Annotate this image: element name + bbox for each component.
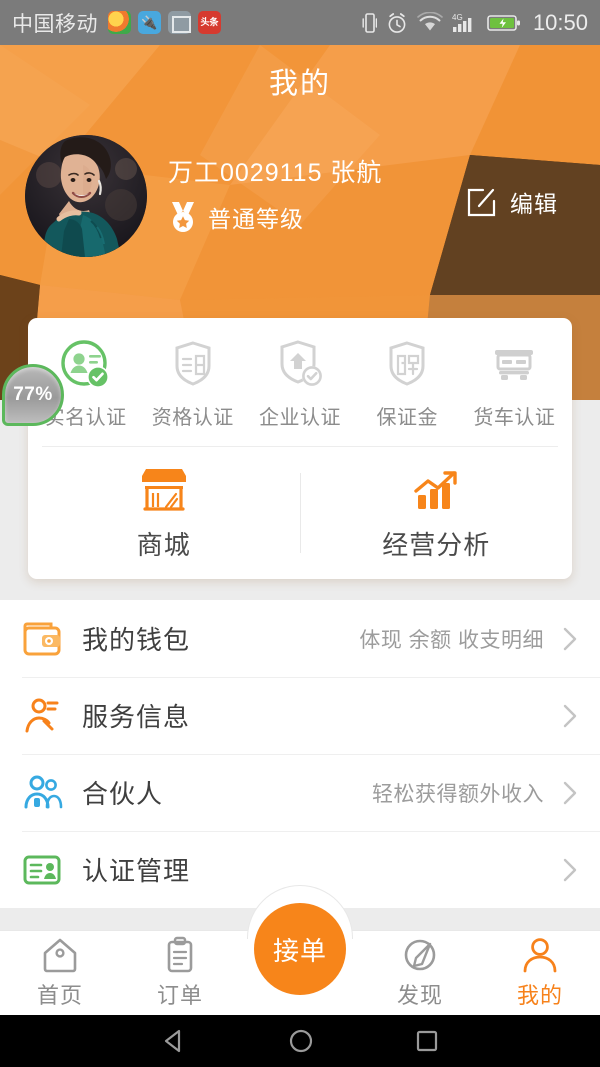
menu-list: 我的钱包 体现 余额 收支明细 服务信息 合伙人 轻松获得额外收入 认证管理 (0, 600, 600, 908)
status-system-icons: 4G 10:50 (362, 10, 588, 36)
chart-up-icon (414, 470, 457, 509)
tab-label: 我的 (516, 983, 563, 1008)
usb-icon (138, 11, 161, 34)
edit-button[interactable]: 编辑 (466, 185, 558, 219)
wifi-icon (417, 11, 443, 30)
menu-row-label: 合伙人 (82, 779, 164, 809)
id-card-icon (22, 851, 74, 889)
android-navigation-bar (0, 1015, 600, 1067)
news-icon: 头条 (198, 11, 221, 34)
order-clipboard-icon (167, 936, 193, 973)
fab-label: 接单 (272, 935, 327, 966)
avatar[interactable] (25, 135, 147, 257)
accept-order-fab[interactable]: 接单 (254, 903, 346, 995)
certification-row: 实名认证 资格认证 企业认证 保证金 货车认证 (28, 318, 572, 446)
cert-label: 货车认证 (473, 407, 556, 429)
page-title: 我的 (268, 68, 331, 100)
chevron-right-icon (563, 627, 577, 650)
completion-badge: 77% (2, 364, 64, 426)
battery-charging-icon (487, 14, 520, 31)
tab-home[interactable]: 首页 (0, 931, 120, 1015)
back-icon[interactable] (159, 1028, 189, 1054)
tab-label: 首页 (36, 983, 83, 1008)
chevron-right-icon (563, 858, 577, 881)
shortcut-label: 商城 (136, 529, 191, 560)
qualification-shield-icon (175, 341, 211, 386)
user-level: 普通等级 (168, 200, 304, 234)
cert-item-enterprise[interactable]: 企业认证 (246, 338, 353, 430)
shortcut-shop[interactable]: 商城 (28, 447, 300, 579)
cert-item-deposit[interactable]: 保证金 (354, 338, 461, 430)
shortcut-analysis[interactable]: 经营分析 (301, 447, 573, 579)
svg-text:4G: 4G (452, 13, 463, 22)
discover-compass-icon (404, 939, 436, 971)
menu-row-sub: 轻松获得额外收入 (372, 782, 544, 806)
app-screen: 中国移动 头条 4G (0, 0, 600, 1067)
home-icon (43, 938, 77, 973)
menu-row-partner[interactable]: 合伙人 轻松获得额外收入 (0, 754, 600, 831)
user-icon (523, 938, 557, 973)
clock-label: 10:50 (532, 9, 588, 35)
tab-mine[interactable]: 我的 (480, 931, 600, 1015)
service-worker-icon (22, 697, 74, 735)
user-name: 万工0029115 张航 (168, 159, 383, 187)
truck-icon (495, 350, 534, 380)
enterprise-shield-icon (280, 340, 322, 386)
image-icon (168, 11, 191, 34)
wallet-icon (22, 620, 74, 658)
edit-icon (467, 188, 496, 217)
shortcut-row: 商城 经营分析 (28, 447, 572, 579)
cert-item-qualification[interactable]: 资格认证 (139, 338, 246, 430)
shop-icon (141, 468, 186, 511)
medal-icon (172, 202, 194, 232)
tab-orders[interactable]: 订单 (120, 931, 240, 1015)
deposit-shield-icon (389, 341, 425, 386)
recents-icon[interactable] (413, 1027, 441, 1055)
signal-4g-icon: 4G (452, 13, 472, 32)
home-icon[interactable] (286, 1026, 316, 1056)
tab-discover[interactable]: 发现 (360, 931, 480, 1015)
menu-row-service[interactable]: 服务信息 (0, 677, 600, 754)
completion-percent: 77% (13, 384, 53, 405)
partners-icon (22, 774, 74, 812)
carrier-label: 中国移动 (12, 12, 98, 36)
chevron-right-icon (563, 704, 577, 727)
colorful-ball-icon (108, 11, 131, 34)
realname-verified-icon (60, 340, 109, 388)
cert-label: 企业认证 (259, 407, 341, 429)
menu-row-label: 服务信息 (82, 702, 191, 732)
alarm-icon (388, 12, 406, 33)
menu-row-label: 认证管理 (82, 856, 191, 886)
tab-label: 订单 (156, 983, 203, 1008)
status-bar: 中国移动 头条 4G (0, 0, 600, 45)
cert-item-truck[interactable]: 货车认证 (461, 338, 568, 430)
menu-row-sub: 体现 余额 收支明细 (359, 628, 544, 652)
user-level-label: 普通等级 (208, 206, 304, 232)
shortcut-label: 经营分析 (382, 529, 491, 560)
avatar-photo (25, 135, 147, 257)
cert-label: 资格认证 (151, 407, 234, 429)
certification-card: 77% 实名认证 资格认证 企业认证 保证金 货车认证 商城 经营分析 (2, 318, 572, 579)
chevron-right-icon (563, 781, 577, 804)
vibrate-icon (362, 12, 377, 33)
menu-row-wallet[interactable]: 我的钱包 体现 余额 收支明细 (0, 600, 600, 677)
tab-label: 发现 (396, 983, 443, 1008)
cert-label: 保证金 (376, 407, 438, 429)
edit-label: 编辑 (510, 191, 558, 217)
menu-row-label: 我的钱包 (82, 625, 191, 655)
status-notification-icons: 头条 (108, 11, 221, 34)
